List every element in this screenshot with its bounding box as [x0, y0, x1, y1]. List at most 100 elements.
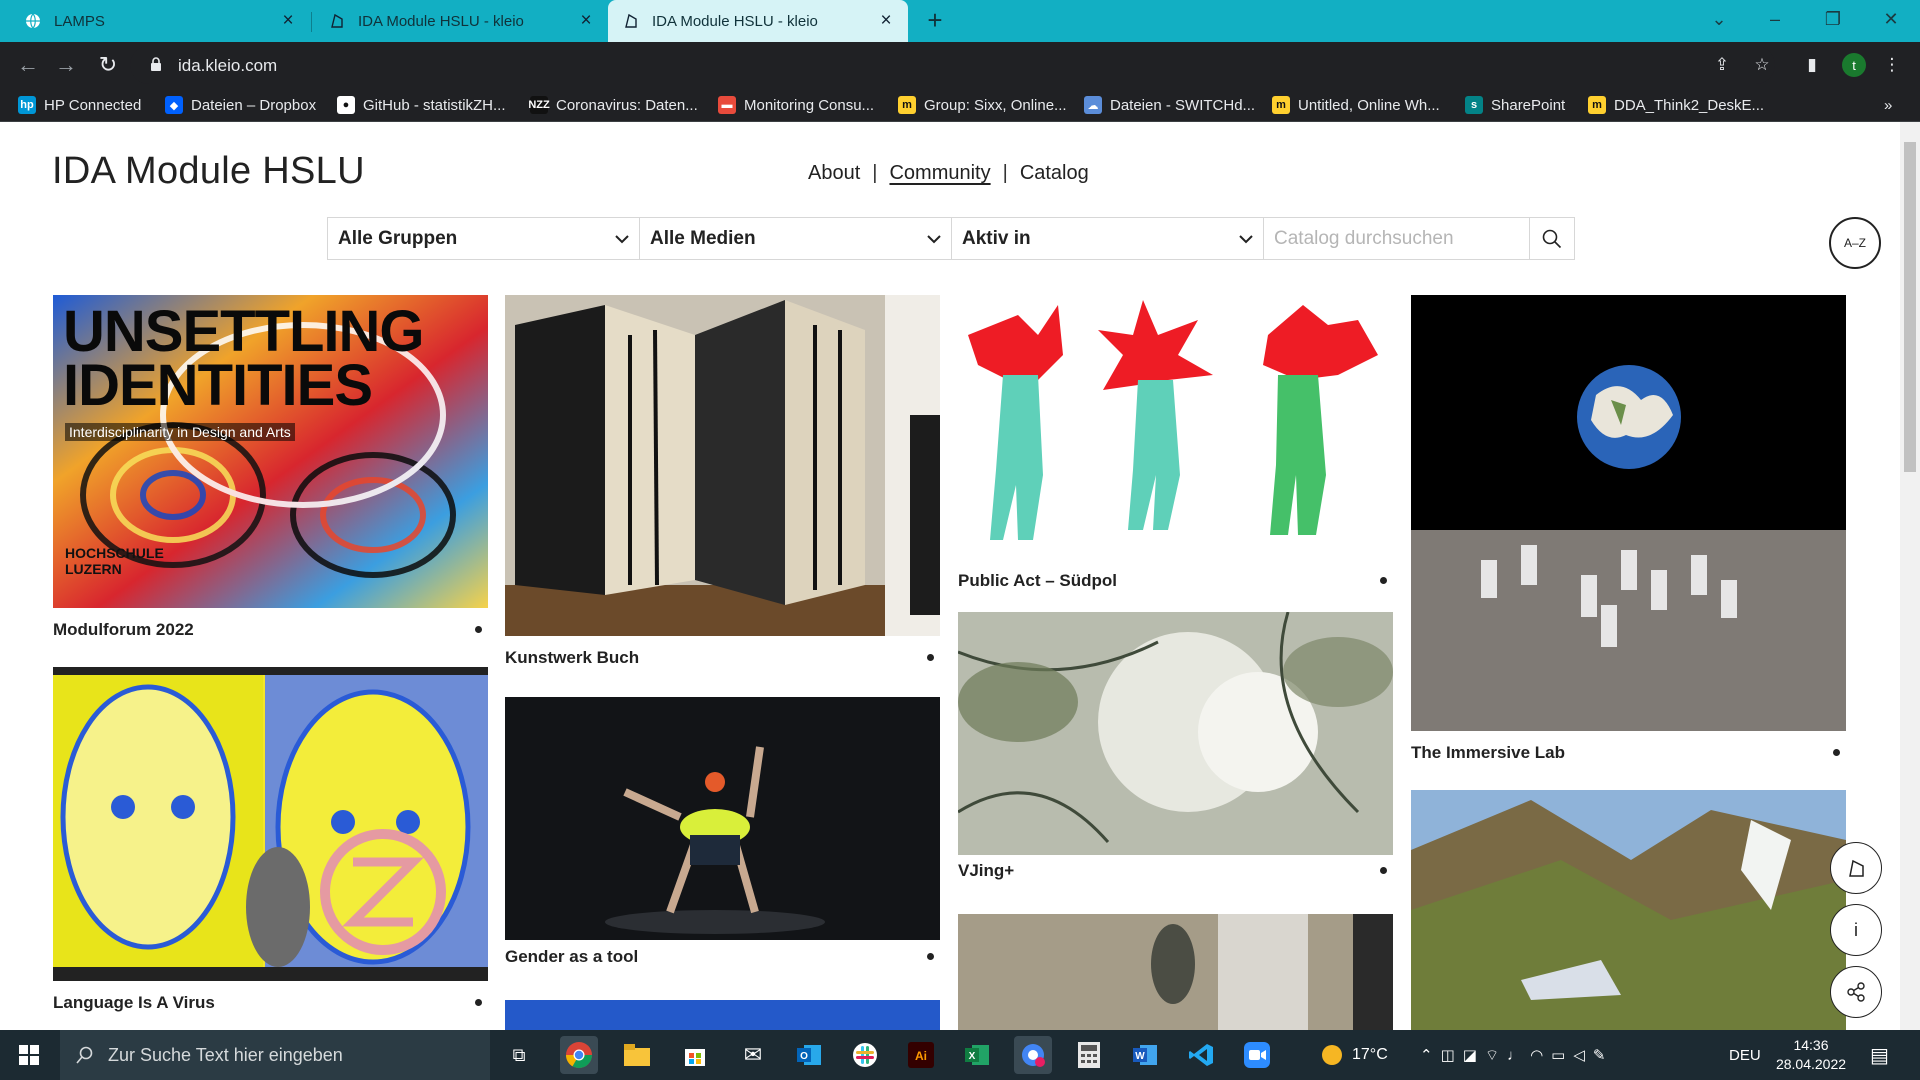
outlook-icon[interactable]: O — [790, 1036, 828, 1074]
bookmark-item[interactable]: NZZ Coronavirus: Daten... — [528, 95, 698, 115]
sun-icon — [1322, 1045, 1342, 1065]
restore-button[interactable]: ❐ — [1810, 0, 1856, 38]
card-gender-tool[interactable]: Gender as a tool — [505, 697, 940, 966]
bookmark-item[interactable]: hp HP Connected — [18, 95, 141, 115]
nzz-icon: NZZ — [528, 96, 550, 114]
menu-icon[interactable]: ⋮ — [1881, 54, 1903, 76]
info-button[interactable]: i — [1830, 904, 1882, 956]
weather-widget[interactable]: 17°C — [1322, 1030, 1388, 1080]
scrollbar-thumb[interactable] — [1904, 142, 1916, 472]
clock-date: 28.04.2022 — [1775, 1056, 1847, 1072]
more-bookmarks-icon[interactable]: » — [1884, 95, 1892, 115]
card-vjing[interactable]: VJing+ — [958, 612, 1393, 880]
input-language[interactable]: DEU — [1729, 1030, 1761, 1080]
taskbar-search[interactable]: Zur Suche Text hier eingeben — [60, 1030, 490, 1080]
bookmark-item[interactable]: m Group: Sixx, Online... — [898, 95, 1067, 115]
bookmark-item[interactable]: ▬ Monitoring Consu... — [718, 95, 874, 115]
card-public-act[interactable]: Public Act – Südpol — [958, 295, 1393, 590]
store-icon[interactable] — [676, 1036, 714, 1074]
battery-icon: ▭ — [1551, 1047, 1574, 1064]
bookmark-label: Dateien – Dropbox — [191, 96, 317, 114]
nav-catalog[interactable]: Catalog — [1020, 162, 1089, 185]
card-image — [958, 295, 1393, 560]
site-title[interactable]: IDA Module HSLU — [52, 150, 365, 193]
forward-button[interactable]: → — [52, 51, 80, 79]
address-bar[interactable]: ida.kleio.com — [130, 46, 1775, 84]
card-image — [505, 1000, 940, 1030]
clock[interactable]: 14:36 28.04.2022 — [1776, 1030, 1846, 1080]
bookmark-item[interactable]: ☁ Dateien - SWITCHd... — [1084, 95, 1255, 115]
side-panel-icon[interactable]: ▮ — [1801, 54, 1823, 76]
excel-icon[interactable]: X — [958, 1036, 996, 1074]
poster-title: UNSETTLING IDENTITIES — [63, 299, 425, 418]
globe-icon — [24, 12, 42, 30]
nav-about[interactable]: About — [808, 162, 860, 185]
chevron-down-icon — [927, 234, 941, 243]
close-window-button[interactable]: ✕ — [1868, 0, 1914, 38]
tab-ida-module[interactable]: IDA Module HSLU - kleio × — [311, 0, 608, 42]
bookmark-label: GitHub - statistikZH... — [363, 96, 506, 114]
page-scrollbar[interactable] — [1900, 122, 1920, 1030]
card-language-virus[interactable]: Language Is A Virus — [53, 667, 488, 1012]
card-modulforum[interactable]: UNSETTLING IDENTITIES Interdisciplinarit… — [53, 295, 488, 639]
tab-search-icon[interactable]: ⌄ — [1696, 0, 1742, 38]
bookmark-item[interactable]: m Untitled, Online Wh... — [1272, 95, 1440, 115]
nav-community[interactable]: Community — [889, 162, 990, 185]
network-icon: ⌔ — [1484, 1046, 1508, 1064]
bookmark-item[interactable]: ◆ Dateien – Dropbox — [165, 95, 316, 115]
svg-text:Ai: Ai — [915, 1049, 927, 1063]
calculator-icon[interactable] — [1070, 1036, 1108, 1074]
back-button[interactable]: ← — [14, 51, 42, 79]
reload-button[interactable]: ↻ — [94, 51, 122, 79]
share-button[interactable] — [1830, 966, 1882, 1018]
dropbox-icon: ◆ — [165, 96, 183, 114]
miro-icon: m — [1588, 96, 1606, 114]
task-view-icon[interactable]: ⧉ — [500, 1036, 538, 1074]
word-icon[interactable]: W — [1126, 1036, 1164, 1074]
hp-icon: hp — [18, 96, 36, 114]
search-button[interactable] — [1530, 218, 1574, 259]
share-icon[interactable]: ⇪ — [1711, 54, 1733, 76]
illustrator-icon[interactable]: Ai — [902, 1036, 940, 1074]
card-immersive-lab[interactable]: The Immersive Lab — [1411, 295, 1846, 762]
card-partial[interactable] — [505, 1000, 940, 1030]
notifications-icon[interactable]: ▤ — [1870, 1030, 1889, 1080]
card-mountain[interactable] — [1411, 790, 1846, 1030]
bookmark-item[interactable]: ● GitHub - statistikZH... — [337, 95, 506, 115]
chrome-icon[interactable] — [560, 1036, 598, 1074]
card-kunstwerk-buch[interactable]: Kunstwerk Buch — [505, 295, 940, 667]
bookmark-label: Coronavirus: Daten... — [556, 96, 698, 114]
vscode-icon[interactable] — [1182, 1036, 1220, 1074]
groups-select[interactable]: Alle Gruppen — [328, 218, 640, 259]
chrome-profile-icon[interactable] — [1014, 1036, 1052, 1074]
catalog-search-input[interactable] — [1274, 227, 1514, 250]
card-title: Modulforum 2022 — [53, 620, 194, 639]
windows-start-button[interactable] — [10, 1036, 48, 1074]
media-select[interactable]: Alle Medien — [640, 218, 952, 259]
az-index-button[interactable]: A–Z — [1829, 217, 1881, 269]
bookmark-star-icon[interactable]: ☆ — [1751, 54, 1773, 76]
slack-icon[interactable] — [846, 1036, 884, 1074]
tab-title: IDA Module HSLU - kleio — [358, 12, 524, 30]
url-text: ida.kleio.com — [178, 56, 278, 75]
close-tab-icon[interactable]: × — [278, 11, 298, 31]
minimize-button[interactable]: – — [1752, 0, 1798, 38]
mail-icon[interactable]: ✉ — [734, 1036, 772, 1074]
file-explorer-icon[interactable] — [618, 1036, 656, 1074]
system-tray-icons[interactable]: ⌃ ◫ ◪ ⌔ ♩ ◠ ▭ ◁ ✎ — [1420, 1030, 1613, 1080]
bookmark-item[interactable]: m DDA_Think2_DeskE... — [1588, 95, 1764, 115]
status-dot — [1380, 867, 1387, 874]
card-image — [1411, 295, 1846, 731]
bookmark-item[interactable]: s SharePoint — [1465, 95, 1565, 115]
tab-ida-module-active[interactable]: IDA Module HSLU - kleio × — [608, 0, 908, 42]
profile-avatar[interactable]: t — [1842, 53, 1866, 77]
card-partial-statue[interactable] — [958, 914, 1393, 1030]
new-tab-button[interactable]: + — [922, 7, 948, 34]
close-tab-icon[interactable]: × — [576, 11, 596, 31]
zoom-icon[interactable] — [1238, 1036, 1276, 1074]
close-tab-icon[interactable]: × — [876, 11, 896, 31]
tab-lamps[interactable]: LAMPS × — [10, 0, 310, 42]
active-in-select[interactable]: Aktiv in — [952, 218, 1264, 259]
kleio-home-button[interactable] — [1830, 842, 1882, 894]
miro-icon: m — [1272, 96, 1290, 114]
